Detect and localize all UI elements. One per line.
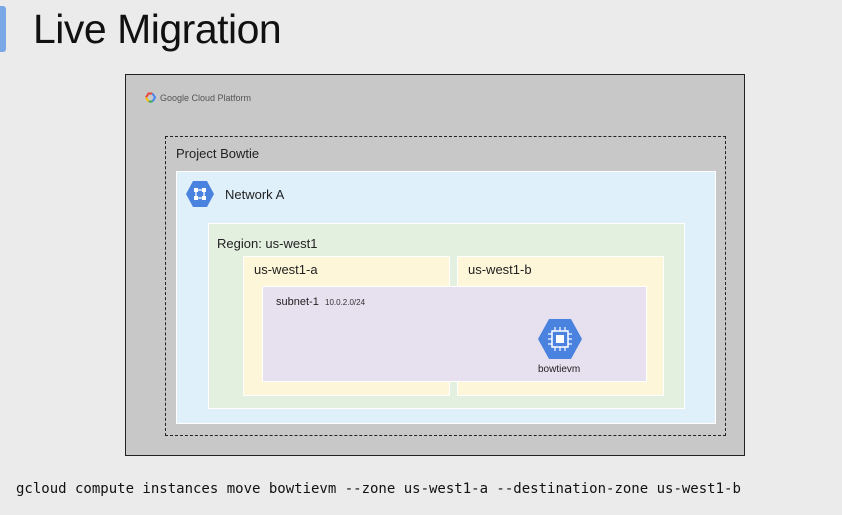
gcp-logo-text: Google Cloud Platform [160, 92, 252, 103]
project-box: Project Bowtie Network A Region: us-west… [165, 136, 726, 436]
google-cloud-logo-icon [145, 92, 157, 103]
network-box: Network A Region: us-west1 us-west1-a us… [176, 171, 716, 424]
gcp-logo: Google Cloud Platform [144, 92, 251, 103]
gcp-frame: Google Cloud Platform Project Bowtie Net… [125, 74, 745, 456]
vm-label: bowtievm [538, 364, 581, 375]
network-hexagon-icon [186, 181, 214, 207]
network-label: Network A [225, 187, 285, 202]
gcloud-command: gcloud compute instances move bowtievm -… [16, 481, 741, 497]
project-label: Project Bowtie [176, 146, 260, 161]
compute-engine-chip-icon [538, 319, 582, 359]
slide-title: Live Migration [33, 6, 282, 52]
subnet-label: subnet-1 [276, 296, 319, 308]
zone-label: us-west1-b [468, 262, 532, 277]
region-label: Region: us-west1 [217, 236, 318, 251]
accent-bar [0, 6, 6, 52]
subnet-box: subnet-1 10.0.2.0/24 bowtievm [262, 286, 647, 382]
zone-label: us-west1-a [254, 262, 318, 277]
subnet-cidr: 10.0.2.0/24 [325, 298, 366, 307]
region-box: Region: us-west1 us-west1-a us-west1-b s… [208, 223, 685, 409]
